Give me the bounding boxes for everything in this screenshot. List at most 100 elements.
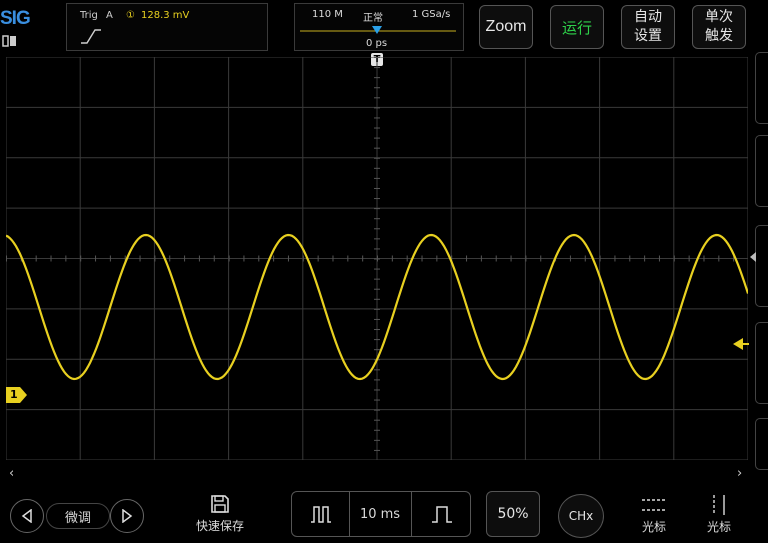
horizontal-cursor-icon: [642, 499, 666, 511]
run-button[interactable]: 运行: [550, 5, 604, 49]
pulse-narrow-icon: [310, 506, 331, 523]
grid-tick: [540, 255, 542, 262]
channel-select-button[interactable]: CHx: [558, 494, 604, 538]
grid-tick: [362, 255, 364, 262]
grid-tick: [584, 255, 586, 262]
grid-tick: [80, 255, 82, 262]
floppy-disk-icon: [211, 495, 229, 513]
grid-tick: [374, 439, 380, 441]
grid-tick: [480, 255, 482, 262]
grid-tick: [374, 449, 380, 451]
fine-decrease-button[interactable]: [10, 499, 44, 533]
right-side-tab-2[interactable]: [755, 135, 768, 207]
grid-tick: [374, 157, 380, 159]
timebase-slider[interactable]: [300, 22, 456, 34]
grid-tick: [139, 255, 141, 262]
grid-tick: [374, 117, 380, 119]
logo-icon: [2, 33, 18, 47]
grid-tick: [287, 255, 289, 262]
grid-tick: [374, 379, 380, 381]
grid-tick: [374, 419, 380, 421]
grid-tick: [302, 255, 304, 262]
grid-tick: [374, 399, 380, 401]
grid-tick: [374, 127, 380, 129]
timebase-increase-button[interactable]: [411, 492, 471, 536]
time-per-div: 10 ms: [359, 506, 401, 522]
timebase-decrease-button[interactable]: [292, 492, 350, 536]
grid-tick: [629, 255, 631, 262]
grid-tick: [658, 255, 660, 262]
grid-tick: [374, 369, 380, 371]
grid-tick: [109, 255, 111, 262]
right-side-tab-4[interactable]: [755, 322, 768, 404]
time-offset: 0 ps: [366, 38, 388, 49]
grid-tick: [198, 255, 200, 262]
channel-1-marker[interactable]: 1: [6, 387, 28, 407]
fine-increase-button[interactable]: [110, 499, 144, 533]
trigger-level: 128.3 mV: [141, 10, 190, 21]
grid-tick: [258, 255, 260, 262]
grid-tick: [169, 255, 171, 262]
grid-tick: [374, 67, 380, 69]
grid-tick: [35, 255, 37, 262]
grid-tick: [374, 177, 380, 179]
grid-tick: [374, 97, 380, 99]
pulse-wide-icon: [431, 506, 452, 523]
grid-tick: [374, 107, 380, 109]
triangle-left-icon: [21, 509, 32, 523]
grid-tick: [374, 167, 380, 169]
grid-tick: [374, 147, 380, 149]
grid-tick: [421, 255, 423, 262]
grid-tick: [703, 255, 705, 262]
oscilloscope-grid[interactable]: [6, 57, 748, 460]
grid-tick: [243, 255, 245, 262]
grid-tick: [332, 255, 334, 262]
grid-tick: [184, 255, 186, 262]
grid-tick: [374, 298, 380, 300]
grid-tick: [374, 198, 380, 200]
grid-tick: [510, 255, 512, 262]
trigger-channel-marker: ①: [126, 10, 135, 21]
grid-tick: [374, 87, 380, 89]
fifty-percent-button[interactable]: 50%: [486, 491, 540, 537]
scroll-left-icon[interactable]: ‹: [9, 466, 14, 481]
grid-tick: [718, 255, 720, 262]
grid-tick: [614, 255, 616, 262]
right-side-tab-3[interactable]: [755, 225, 768, 307]
zoom-button[interactable]: Zoom: [479, 5, 533, 49]
grid-tick: [569, 255, 571, 262]
grid-tick: [374, 228, 380, 230]
grid-tick: [374, 278, 380, 280]
trigger-level-marker[interactable]: [733, 336, 749, 356]
grid-tick: [495, 255, 497, 262]
vertical-cursor-button[interactable]: 光标: [697, 494, 741, 540]
quick-save-button[interactable]: 快速保存: [190, 492, 250, 540]
grid-tick: [673, 255, 675, 262]
single-trigger-line2: 触发: [705, 28, 733, 44]
grid-tick: [525, 255, 527, 262]
trigger-source: A: [106, 10, 113, 21]
grid-tick: [688, 255, 690, 262]
fine-adjust-label: 微调: [46, 503, 110, 529]
brand-logo: SIG: [0, 8, 31, 29]
right-side-tab-5[interactable]: [755, 418, 768, 470]
horizontal-cursor-button[interactable]: 光标: [632, 494, 676, 540]
sample-rate: 1 GSa/s: [412, 9, 451, 20]
grid-tick: [599, 255, 601, 262]
vertical-cursor-label: 光标: [706, 520, 731, 534]
auto-setup-line1: 自动: [634, 9, 662, 25]
grid-tick: [374, 208, 380, 210]
grid-tick: [436, 255, 438, 262]
scroll-right-icon[interactable]: ›: [737, 466, 742, 481]
grid-tick: [374, 238, 380, 240]
grid-tick: [65, 255, 67, 262]
grid-tick: [374, 288, 380, 290]
grid-tick: [374, 339, 380, 341]
grid-tick: [406, 255, 408, 262]
grid-tick: [374, 77, 380, 79]
grid-tick: [374, 137, 380, 139]
right-side-tab-1[interactable]: [755, 52, 768, 124]
single-trigger-button[interactable]: 单次 触发: [692, 5, 746, 49]
grid-tick: [273, 255, 275, 262]
auto-setup-button[interactable]: 自动 设置: [621, 5, 675, 49]
